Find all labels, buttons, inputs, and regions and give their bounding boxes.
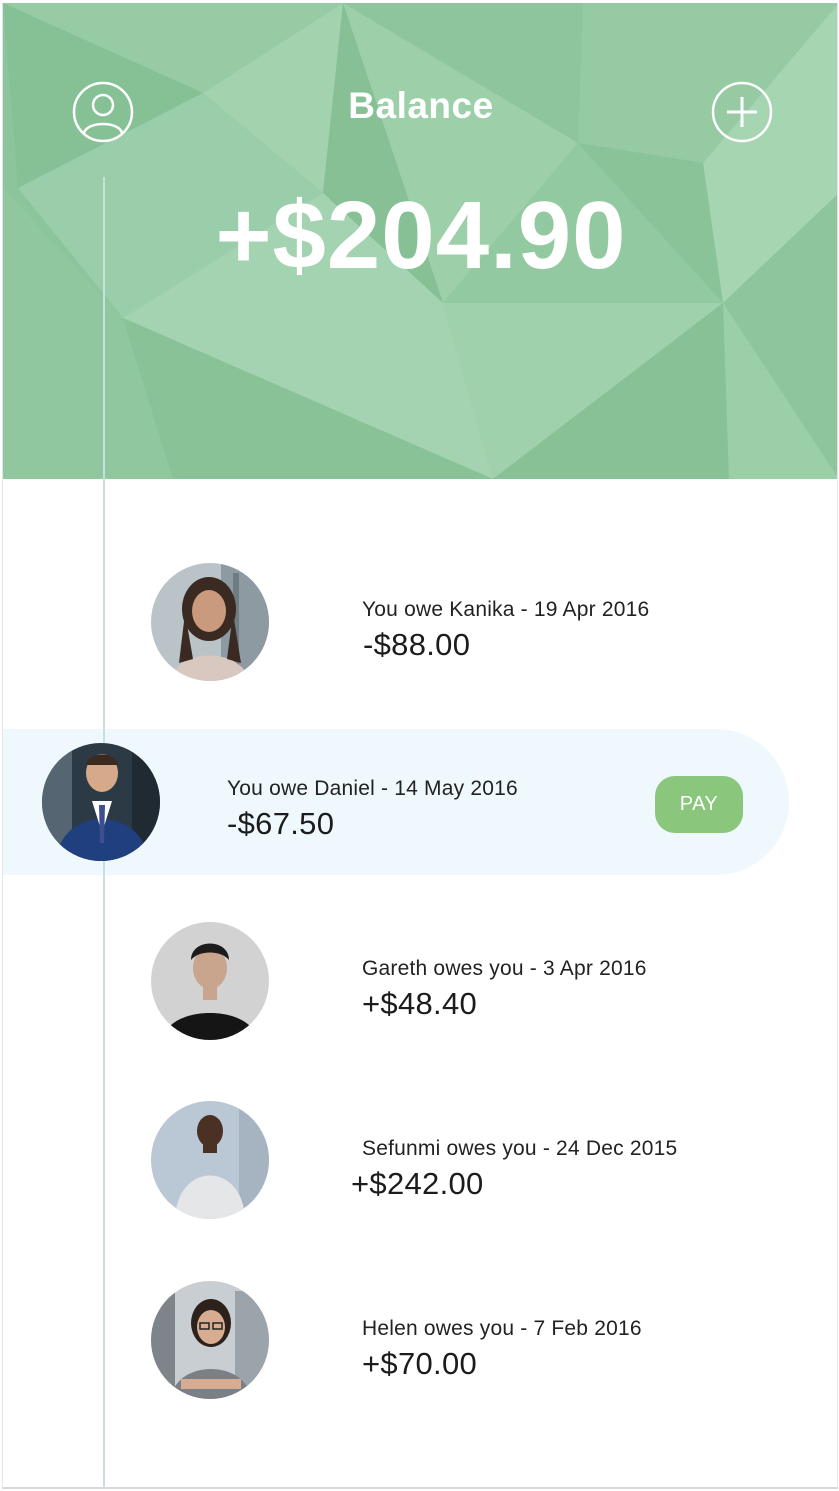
pay-button[interactable]: PAY [655,776,743,833]
transaction-description: You owe Kanika - 19 Apr 2016 [362,598,650,621]
transaction-description: You owe Daniel - 14 May 2016 [227,777,518,800]
transaction-amount: +$242.00 [351,1166,484,1201]
avatar [151,1281,269,1399]
balance-header: Balance +$204.90 [3,3,837,479]
transaction-amount: +$70.00 [362,1346,478,1381]
balance-amount: +$204.90 [215,182,627,289]
transaction-row-selected[interactable]: You owe Daniel - 14 May 2016 -$67.50 PAY [3,729,837,875]
avatar [151,563,269,681]
add-transaction-button[interactable] [711,81,773,143]
transaction-amount: -$88.00 [363,627,471,662]
transaction-amount: -$67.50 [227,806,335,841]
transaction-description: Helen owes you - 7 Feb 2016 [362,1317,642,1340]
transaction-row[interactable]: You owe Kanika - 19 Apr 2016 -$88.00 [3,549,837,695]
transaction-row[interactable]: Sefunmi owes you - 24 Dec 2015 +$242.00 [3,1089,837,1235]
transaction-description: Gareth owes you - 3 Apr 2016 [362,957,647,980]
transaction-description: Sefunmi owes you - 24 Dec 2015 [362,1137,678,1160]
transaction-row[interactable]: Gareth owes you - 3 Apr 2016 +$48.40 [3,909,837,1055]
transaction-row[interactable]: Helen owes you - 7 Feb 2016 +$70.00 [3,1269,837,1415]
avatar [151,922,269,1040]
avatar [42,743,160,861]
transaction-amount: +$48.40 [362,986,478,1021]
plus-circle-icon [711,81,773,143]
app-screen: Balance +$204.90 You owe Kanika - 19 Apr… [2,3,838,1489]
avatar [151,1101,269,1219]
transaction-list: You owe Kanika - 19 Apr 2016 -$88.00 You… [3,479,837,1487]
